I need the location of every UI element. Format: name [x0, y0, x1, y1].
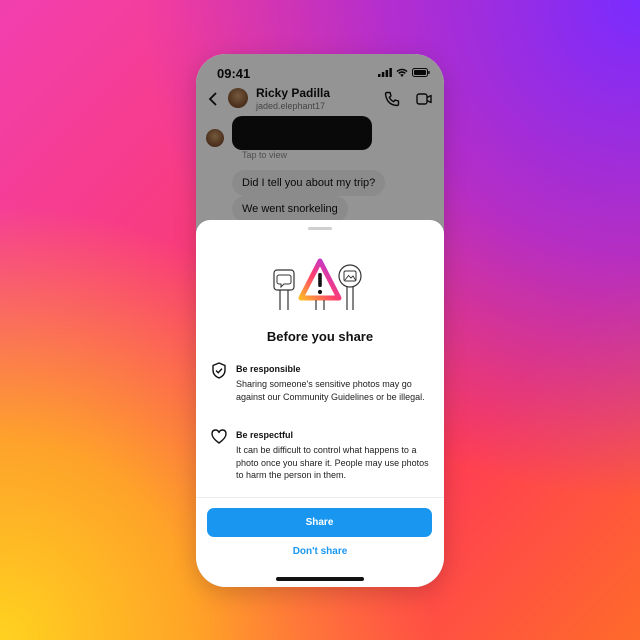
phone-frame: 09:41 Ricky Padilla jaded.elephant17 Tap… — [196, 54, 444, 587]
dont-share-button[interactable]: Don't share — [196, 546, 444, 557]
chat-sign-icon — [273, 269, 295, 310]
home-indicator — [276, 577, 364, 581]
warning-illustration — [273, 258, 362, 310]
share-button[interactable]: Share — [207, 508, 432, 537]
before-you-share-sheet: Before you share Be responsible Sharing … — [196, 220, 444, 587]
sheet-divider — [196, 497, 444, 498]
warning-triangle-icon — [298, 258, 342, 310]
heart-icon — [211, 429, 227, 444]
respectful-title: Be respectful — [236, 430, 294, 440]
responsible-body: Sharing someone's sensitive photos may g… — [236, 379, 425, 402]
sheet-title: Before you share — [266, 329, 374, 344]
sheet-drag-handle[interactable] — [308, 227, 332, 230]
photo-sign-icon — [338, 264, 362, 310]
responsible-title: Be responsible — [236, 364, 301, 374]
shield-check-icon — [212, 362, 226, 379]
respectful-body: It can be difficult to control what happ… — [236, 445, 429, 480]
